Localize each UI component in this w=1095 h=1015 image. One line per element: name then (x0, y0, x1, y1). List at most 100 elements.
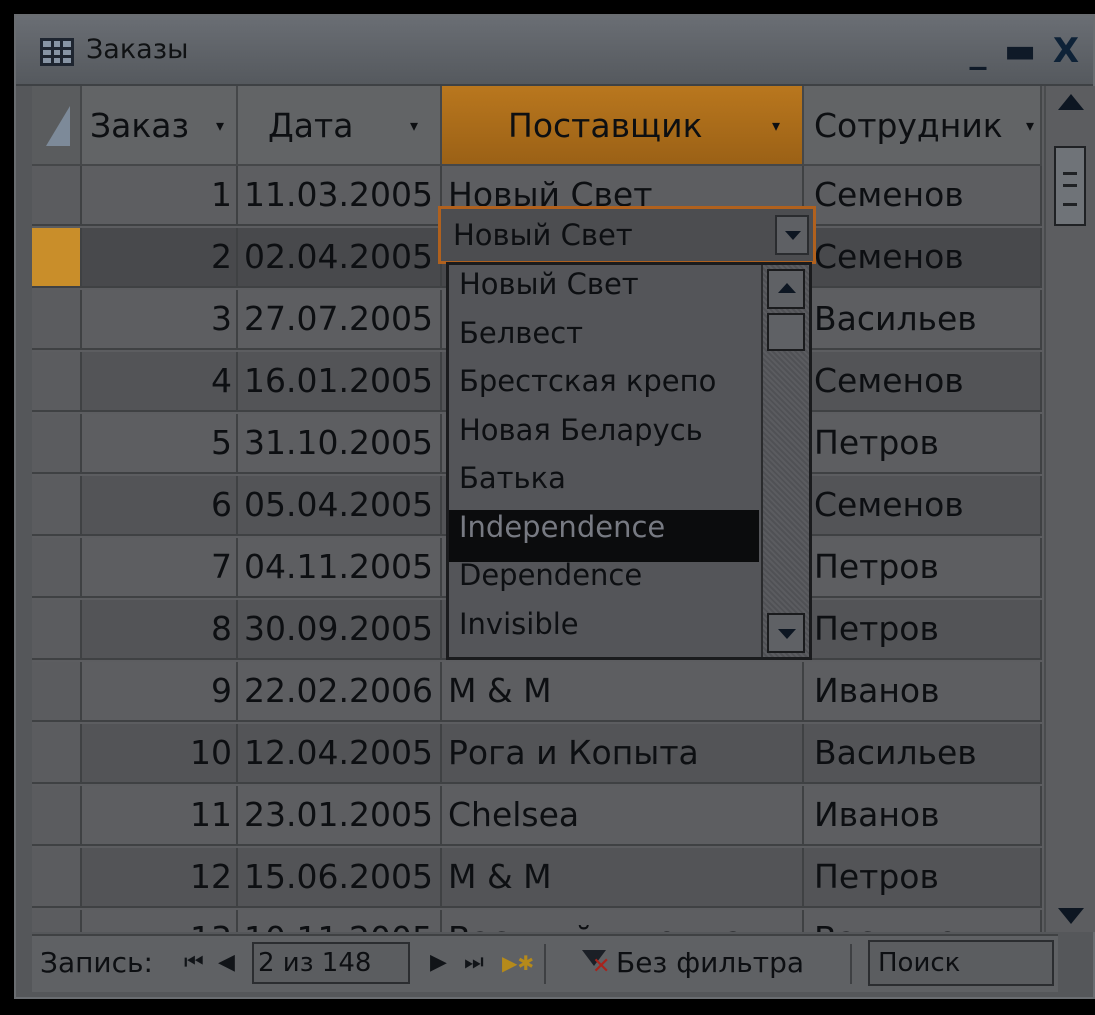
record-selector[interactable] (32, 166, 82, 224)
employee-cell[interactable]: Петров (804, 848, 1042, 906)
supplier-cell[interactable]: Рога и Копыта (442, 724, 804, 782)
record-selector[interactable] (32, 662, 82, 720)
order-cell[interactable]: 8 (82, 600, 238, 658)
record-selector[interactable] (32, 848, 82, 906)
record-selector[interactable] (32, 786, 82, 844)
employee-cell[interactable]: Семенов (804, 228, 1042, 286)
employee-cell[interactable]: Иванов (804, 662, 1042, 720)
sort-dropdown-icon[interactable]: ▾ (1026, 86, 1034, 166)
filter-off-icon[interactable] (580, 948, 610, 979)
dropdown-option[interactable]: Dependence (449, 558, 759, 610)
new-record-icon[interactable]: ▶✱ (502, 936, 534, 990)
date-cell[interactable]: 15.06.2005 (238, 848, 442, 906)
record-selector[interactable] (32, 414, 82, 472)
supplier-cell[interactable]: M & M (442, 848, 804, 906)
employee-cell[interactable]: Васильев (804, 910, 1042, 932)
record-selector[interactable] (32, 476, 82, 534)
dropdown-option[interactable]: Брестская крепо (449, 364, 759, 416)
last-record-icon[interactable]: ⏭ (464, 936, 484, 990)
dropdown-option[interactable]: Белвест (449, 316, 759, 368)
employee-cell[interactable]: Семенов (804, 166, 1042, 224)
supplier-cell[interactable]: M & M (442, 662, 804, 720)
record-selector[interactable] (32, 228, 82, 286)
date-cell[interactable]: 16.01.2005 (238, 352, 442, 410)
filter-toggle-button[interactable]: Без фильтра (616, 936, 804, 990)
table-row[interactable]: 9 22.02.2006 M & M Иванов (32, 662, 1042, 722)
sort-dropdown-icon[interactable]: ▾ (216, 86, 224, 166)
order-cell[interactable]: 12 (82, 848, 238, 906)
scroll-down-icon[interactable] (1058, 908, 1084, 924)
combo-dropdown-button[interactable] (775, 215, 809, 255)
scroll-thumb[interactable] (1054, 146, 1086, 226)
employee-cell[interactable]: Иванов (804, 786, 1042, 844)
date-cell[interactable]: 30.09.2005 (238, 600, 442, 658)
date-cell[interactable]: 10.11.2005 (238, 910, 442, 932)
dropdown-scroll-up-icon[interactable] (767, 269, 805, 309)
employee-cell[interactable]: Петров (804, 414, 1042, 472)
previous-record-icon[interactable]: ◀ (218, 936, 235, 990)
sort-dropdown-icon[interactable]: ▾ (772, 86, 780, 166)
employee-cell[interactable]: Васильев (804, 290, 1042, 348)
date-cell[interactable]: 11.03.2005 (238, 166, 442, 224)
sort-dropdown-icon[interactable]: ▾ (410, 86, 418, 166)
dropdown-scrollbar[interactable] (761, 265, 809, 657)
employee-cell[interactable]: Петров (804, 600, 1042, 658)
supplier-cell[interactable]: Василий и компани (442, 910, 804, 932)
employee-cell[interactable]: Семенов (804, 476, 1042, 534)
dropdown-option[interactable]: Independence (449, 509, 759, 562)
dropdown-option[interactable]: Invisible (449, 607, 759, 658)
dropdown-option[interactable]: Новый Свет (449, 267, 759, 319)
supplier-dropdown-list[interactable]: Новый Свет Белвест Брестская крепо Новая Бе… (446, 262, 812, 660)
employee-cell[interactable]: Семенов (804, 352, 1042, 410)
date-cell[interactable]: 27.07.2005 (238, 290, 442, 348)
order-cell[interactable]: 1 (82, 166, 238, 224)
date-cell[interactable]: 23.01.2005 (238, 786, 442, 844)
order-cell[interactable]: 5 (82, 414, 238, 472)
order-cell[interactable]: 9 (82, 662, 238, 720)
employee-cell[interactable]: Петров (804, 538, 1042, 596)
record-selector[interactable] (32, 724, 82, 782)
record-selector[interactable] (32, 600, 82, 658)
record-selector[interactable] (32, 290, 82, 348)
record-selector[interactable] (32, 352, 82, 410)
order-cell[interactable]: 13 (82, 910, 238, 932)
combo-current-value[interactable]: Новый Свет (453, 209, 633, 261)
date-cell[interactable]: 05.04.2005 (238, 476, 442, 534)
order-cell[interactable]: 3 (82, 290, 238, 348)
supplier-cell[interactable]: Chelsea (442, 786, 804, 844)
scroll-up-icon[interactable] (1058, 94, 1084, 110)
order-cell[interactable]: 4 (82, 352, 238, 410)
select-all-corner[interactable] (32, 86, 82, 166)
search-input[interactable]: Поиск (868, 940, 1054, 986)
vertical-scrollbar[interactable] (1044, 86, 1095, 932)
dropdown-option[interactable]: Новая Беларусь (449, 413, 759, 465)
column-header-supplier[interactable]: Поставщик ▾ (442, 86, 804, 166)
dropdown-scroll-down-icon[interactable] (767, 613, 805, 653)
table-row[interactable]: 10 12.04.2005 Рога и Копыта Васильев (32, 724, 1042, 784)
table-row[interactable]: 12 15.06.2005 M & M Петров (32, 848, 1042, 908)
minimize-button[interactable]: _ (956, 26, 1000, 76)
date-cell[interactable]: 04.11.2005 (238, 538, 442, 596)
supplier-combo-box[interactable]: Новый Свет (438, 206, 816, 264)
maximize-button[interactable]: ▬ (998, 26, 1042, 76)
column-header-employee[interactable]: Сотрудник ▾ (804, 86, 1042, 166)
next-record-icon[interactable]: ▶ (430, 936, 447, 990)
date-cell[interactable]: 31.10.2005 (238, 414, 442, 472)
order-cell[interactable]: 10 (82, 724, 238, 782)
record-selector[interactable] (32, 538, 82, 596)
dropdown-scroll-thumb[interactable] (767, 313, 805, 351)
order-cell[interactable]: 6 (82, 476, 238, 534)
column-header-date[interactable]: Дата ▾ (238, 86, 442, 166)
dropdown-option[interactable]: Батька (449, 461, 759, 513)
date-cell[interactable]: 12.04.2005 (238, 724, 442, 782)
order-cell[interactable]: 11 (82, 786, 238, 844)
close-button[interactable]: X (1044, 26, 1088, 76)
date-cell[interactable]: 02.04.2005 (238, 228, 442, 286)
table-row[interactable]: 11 23.01.2005 Chelsea Иванов (32, 786, 1042, 846)
employee-cell[interactable]: Васильев (804, 724, 1042, 782)
order-cell[interactable]: 7 (82, 538, 238, 596)
table-row[interactable]: 1310.11.2005Василий и компаниВасильев (32, 910, 1042, 932)
first-record-icon[interactable]: ⏮ (184, 936, 204, 990)
record-selector[interactable] (32, 910, 82, 932)
order-cell[interactable]: 2 (82, 228, 238, 286)
